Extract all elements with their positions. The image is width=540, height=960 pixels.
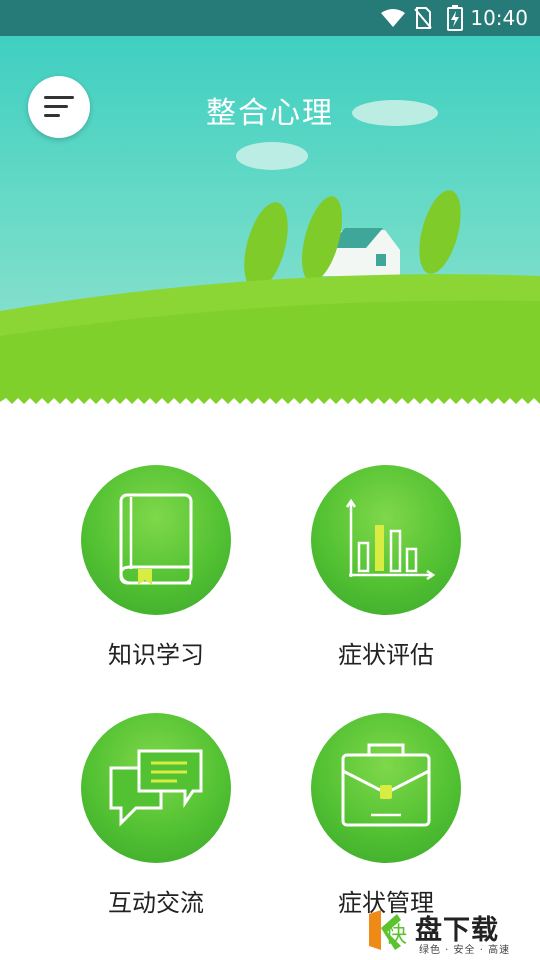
no-sim-icon xyxy=(414,7,432,29)
watermark: 快 盘下载 绿色 · 安全 · 高速 xyxy=(367,908,532,956)
tile-label: 知识学习 xyxy=(108,641,204,669)
chat-bubbles-icon xyxy=(109,749,203,827)
briefcase-icon xyxy=(341,743,431,827)
tile-label: 症状评估 xyxy=(338,641,434,669)
watermark-subtitle: 绿色 · 安全 · 高速 xyxy=(419,945,511,956)
main-grid: 知识学习 症状评估 互动交流 症状管理 xyxy=(0,410,540,960)
bar-chart-icon xyxy=(345,498,436,581)
battery-icon xyxy=(447,5,463,31)
watermark-logo-icon: 快 xyxy=(369,910,407,950)
tile-label: 互动交流 xyxy=(108,889,204,917)
tile-knowledge-learning[interactable]: 知识学习 xyxy=(46,465,266,669)
status-bar: 10:40 xyxy=(0,0,540,36)
tile-circle xyxy=(311,465,461,615)
hero-banner: 整合心理 xyxy=(0,36,540,410)
app-title: 整合心理 xyxy=(206,96,334,131)
wifi-icon xyxy=(381,9,405,27)
status-time: 10:40 xyxy=(470,6,528,30)
tile-circle xyxy=(81,713,231,863)
watermark-logo-char: 快 xyxy=(385,923,407,948)
tile-symptom-management[interactable]: 症状管理 xyxy=(276,713,496,917)
tile-interactive-communication[interactable]: 互动交流 xyxy=(46,713,266,917)
tile-circle xyxy=(81,465,231,615)
tile-symptom-assessment[interactable]: 症状评估 xyxy=(276,465,496,669)
book-icon xyxy=(119,493,193,585)
tile-circle xyxy=(311,713,461,863)
